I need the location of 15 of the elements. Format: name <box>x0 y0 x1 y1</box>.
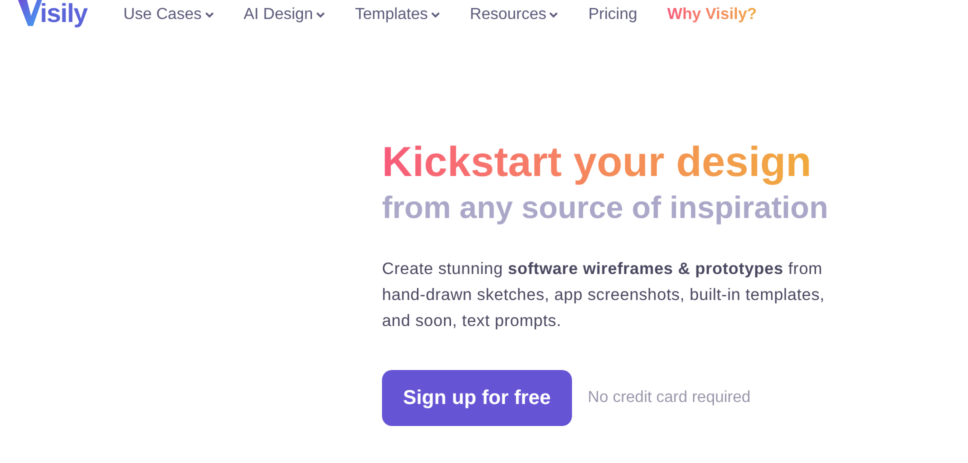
nav-link[interactable]: Use Cases <box>123 7 214 23</box>
chevron-down-icon <box>316 12 325 18</box>
chevron-down-icon <box>549 12 558 18</box>
hero-description: Create stunning software wireframes & prototypes from hand-drawn sketches, app screenshots, built-in templates, and soon, text prompts. <box>382 259 826 332</box>
nav-link[interactable]: Resources <box>470 7 558 23</box>
logo-text[interactable]: isily <box>40 0 88 26</box>
hero-subtitle: from any source of inspiration <box>382 189 828 227</box>
chevron-down-icon <box>430 12 440 18</box>
nav-link[interactable]: Templates <box>354 7 440 23</box>
signup-button[interactable]: Sign up for free <box>382 370 572 426</box>
no-credit-card-note: No credit card required <box>588 388 751 408</box>
nav-link[interactable]: Pricing <box>588 7 638 23</box>
chevron-down-icon <box>204 12 214 18</box>
nav-link[interactable]: AI Design <box>244 7 325 23</box>
logo-icon <box>18 0 42 26</box>
